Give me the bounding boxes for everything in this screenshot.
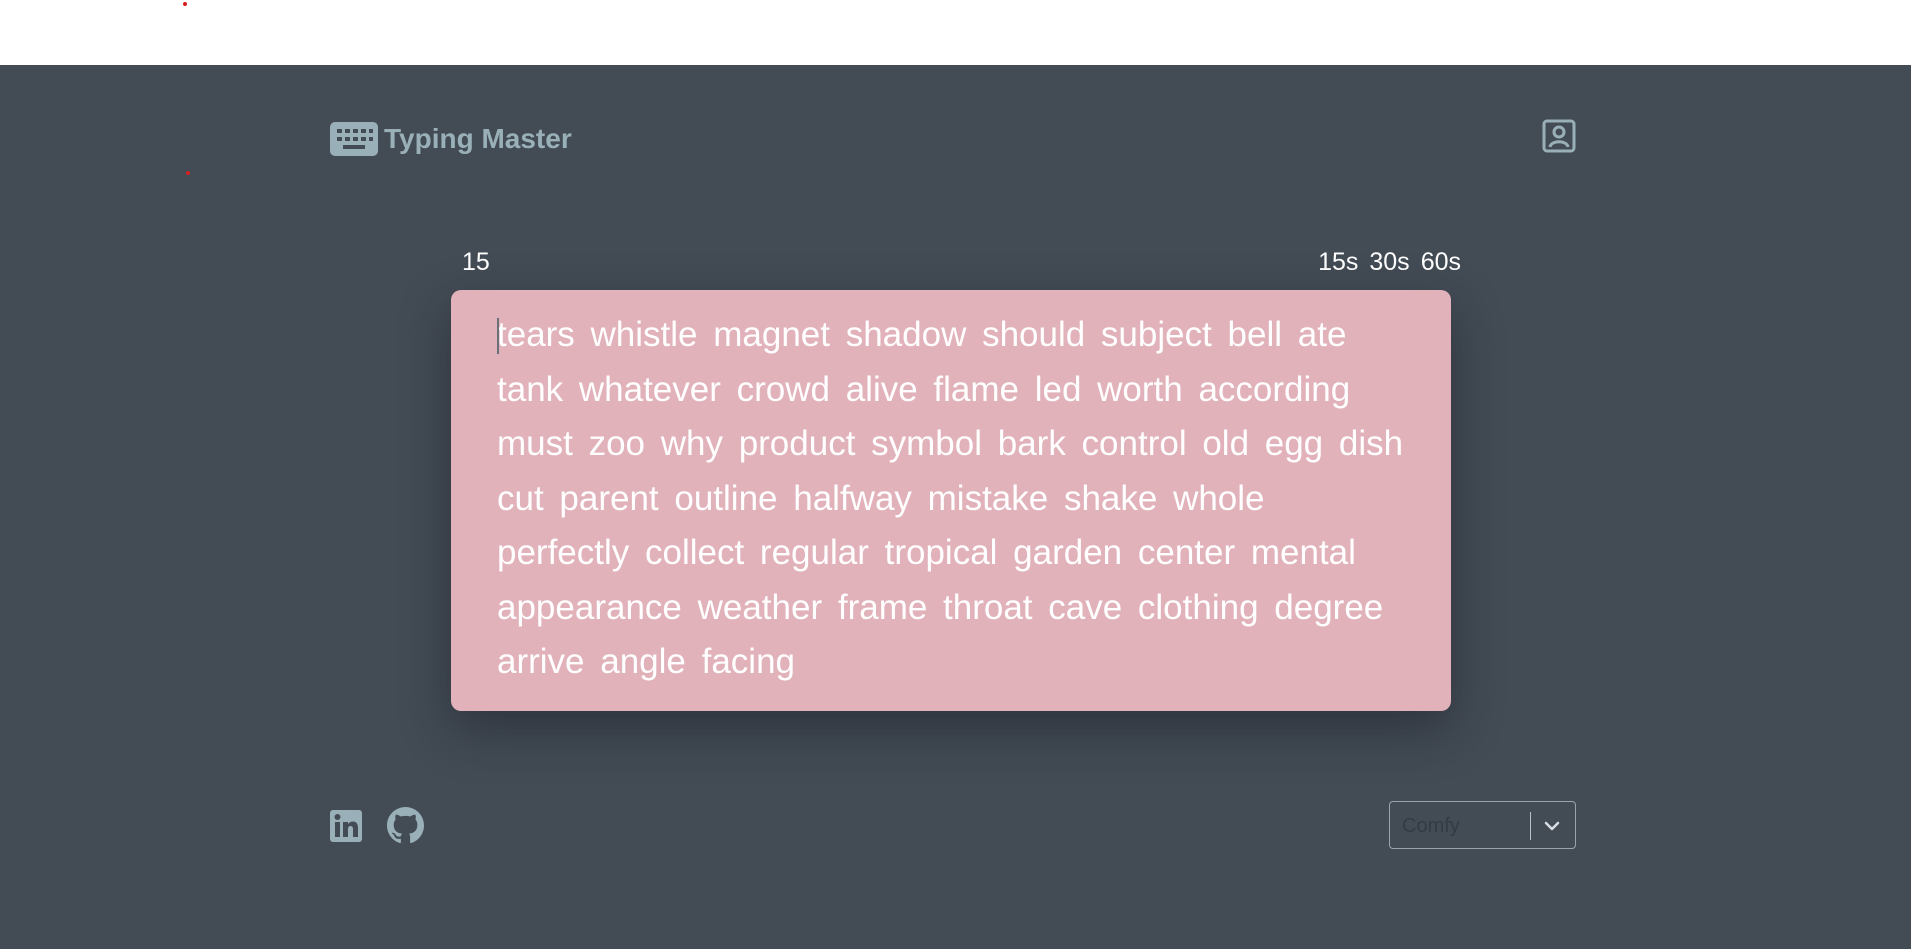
app-container: Typing Master 15 15s 30s 60s tears whist… — [0, 65, 1911, 949]
app-title: Typing Master — [384, 123, 572, 154]
marker-dot — [186, 171, 190, 175]
social-links — [330, 807, 424, 844]
select-divider — [1530, 812, 1531, 840]
chevron-down-icon — [1542, 816, 1562, 836]
typing-area[interactable]: tears whistle magnet shadow should subje… — [451, 290, 1451, 711]
github-icon — [387, 807, 424, 844]
time-counter: 15 — [462, 248, 490, 276]
profile-button[interactable] — [1542, 119, 1576, 153]
word-list-container: tears whistle magnet shadow should subje… — [497, 308, 1405, 690]
brand[interactable]: Typing Master — [330, 121, 572, 157]
linkedin-icon — [330, 809, 362, 842]
linkedin-link[interactable] — [330, 809, 362, 842]
marker-dot — [183, 2, 187, 6]
time-mode-selector: 15s 30s 60s — [1318, 247, 1461, 277]
theme-select-value: Comfy — [1402, 815, 1460, 837]
word-list: tears whistle magnet shadow should subje… — [497, 315, 1404, 681]
text-caret — [497, 318, 499, 354]
mode-60s-button[interactable]: 60s — [1421, 247, 1461, 277]
browser-top-strip — [0, 0, 1911, 65]
mode-30s-button[interactable]: 30s — [1369, 247, 1409, 277]
github-link[interactable] — [387, 807, 424, 844]
header: Typing Master — [330, 119, 1576, 165]
theme-select[interactable]: Comfy — [1389, 801, 1576, 849]
mode-15s-button[interactable]: 15s — [1318, 247, 1358, 277]
user-profile-icon — [1542, 119, 1576, 153]
footer: Comfy — [330, 800, 1576, 850]
test-controls: 15 15s 30s 60s — [451, 247, 1461, 277]
keyboard-icon — [330, 122, 378, 156]
